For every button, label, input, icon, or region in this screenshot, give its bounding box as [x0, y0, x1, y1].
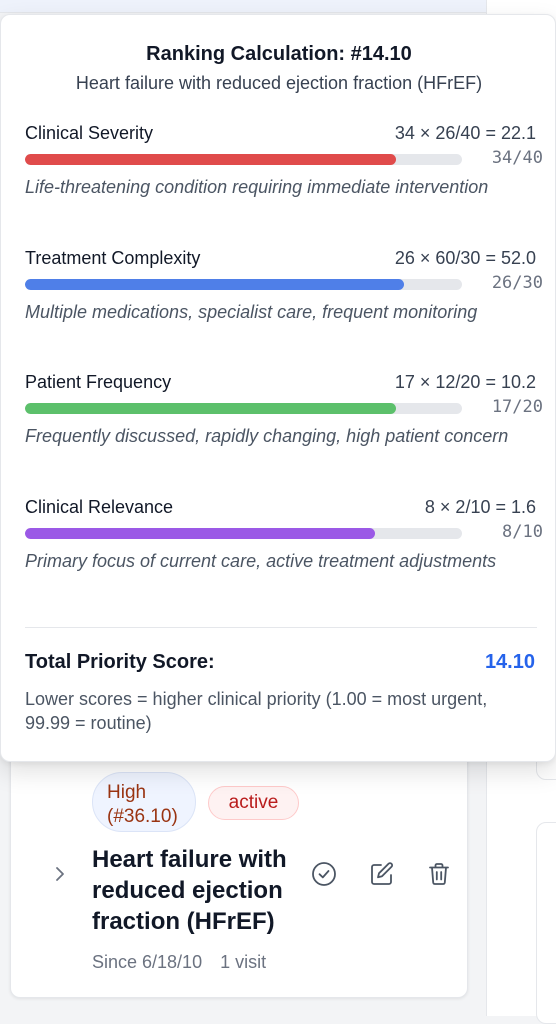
factor-description: Multiple medications, specialist care, f…	[25, 302, 478, 322]
factor-bar-track	[25, 528, 462, 539]
visit-count: 1 visit	[220, 952, 267, 972]
popover-title: Ranking Calculation: #14.10	[146, 43, 412, 65]
priority-badge[interactable]: High (#36.10)	[92, 772, 196, 832]
factor-bar-fill	[25, 528, 375, 539]
edit-icon[interactable]	[368, 860, 396, 888]
factor-bar-fill	[25, 154, 397, 165]
divider	[25, 627, 537, 628]
total-score-value: 14.10	[484, 651, 535, 673]
since-date: Since 6/18/10	[92, 952, 203, 972]
factor-description: Primary focus of current care, active tr…	[25, 551, 497, 571]
factor-fraction: 17/20	[491, 397, 543, 417]
factor-formula: 34 × 26/40 = 22.1	[394, 123, 536, 143]
factor-formula: 26 × 60/30 = 52.0	[394, 248, 536, 268]
total-score-note: Lower scores = higher clinical priority …	[25, 689, 488, 733]
factor-fraction: 8/10	[502, 522, 543, 542]
factor-description: Life-threatening condition requiring imm…	[25, 177, 489, 197]
factor-fraction: 34/40	[491, 148, 543, 168]
chevron-right-icon[interactable]	[52, 866, 68, 882]
factor-fraction: 26/30	[491, 273, 543, 293]
factor-formula: 8 × 2/10 = 1.6	[424, 497, 536, 517]
total-score-label: Total Priority Score:	[25, 651, 215, 673]
check-circle-icon[interactable]	[310, 860, 338, 888]
factor-bar-track	[25, 403, 462, 414]
popover-subtitle: Heart failure with reduced ejection frac…	[75, 73, 483, 93]
background-right-card	[536, 822, 556, 1024]
problem-meta: Since 6/18/10 1 visit	[92, 952, 266, 973]
factor-bar-track	[25, 154, 462, 165]
factor-bar-track	[25, 279, 462, 290]
factor-description: Frequently discussed, rapidly changing, …	[25, 426, 509, 446]
factor-name: Treatment Complexity	[25, 248, 201, 268]
trash-icon[interactable]	[425, 860, 453, 888]
problem-title[interactable]: Heart failure with reduced ejection frac…	[92, 844, 302, 937]
factor-name: Clinical Severity	[25, 123, 154, 143]
factor-bar-fill	[25, 279, 404, 290]
factor-formula: 17 × 12/20 = 10.2	[394, 372, 536, 392]
background-header-strip	[0, 0, 496, 13]
factor-name: Patient Frequency	[25, 372, 172, 392]
status-badge: active	[208, 786, 299, 820]
ranking-popover: Ranking Calculation: #14.10 Heart failur…	[0, 14, 556, 762]
factor-bar-fill	[25, 403, 397, 414]
factor-name: Clinical Relevance	[25, 497, 174, 517]
